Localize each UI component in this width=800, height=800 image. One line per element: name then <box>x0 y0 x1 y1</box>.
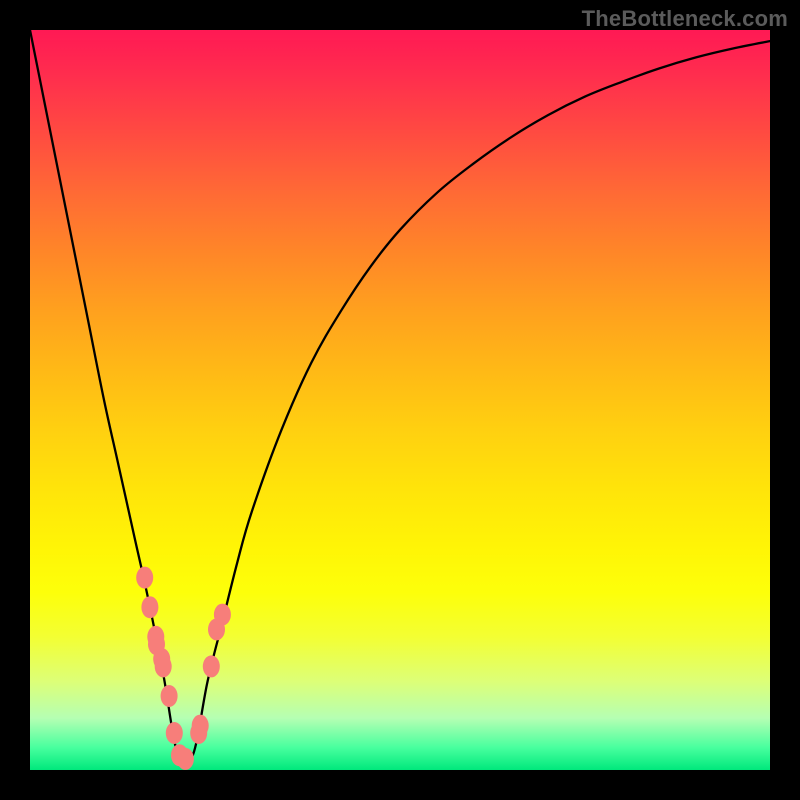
data-marker <box>166 722 183 744</box>
bottleneck-curve <box>30 30 770 766</box>
data-marker <box>136 567 153 589</box>
watermark-text: TheBottleneck.com <box>582 6 788 32</box>
data-marker <box>192 715 209 737</box>
data-marker <box>155 655 172 677</box>
plot-area <box>30 30 770 770</box>
chart-svg <box>30 30 770 770</box>
data-marker <box>141 596 158 618</box>
chart-frame: TheBottleneck.com <box>0 0 800 800</box>
data-marker <box>161 685 178 707</box>
data-marker <box>203 655 220 677</box>
data-marker <box>177 748 194 770</box>
marker-group <box>136 567 231 770</box>
data-marker <box>214 604 231 626</box>
